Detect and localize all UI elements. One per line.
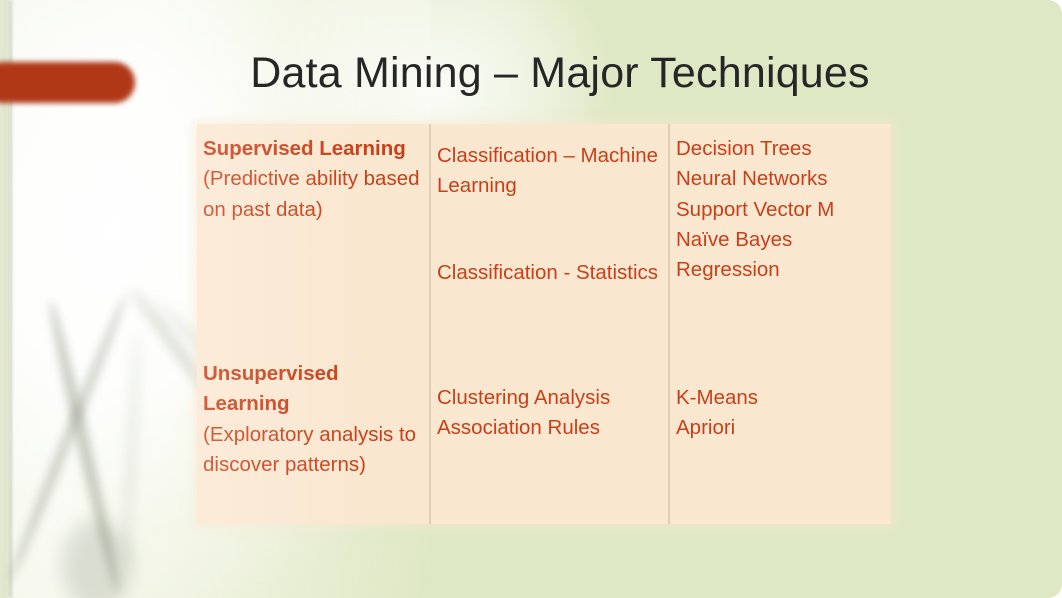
category-detail-unsupervised: (Exploratory analysis to discover patter… [203, 422, 417, 476]
table-cell-tasks-supervised: Classification – Machine Learning Classi… [431, 124, 670, 349]
table-cell-category-unsupervised: Unsupervised Learning (Exploratory analy… [197, 349, 431, 524]
method-label: Apriori [676, 416, 736, 440]
page-title: Data Mining – Major Techniques [250, 49, 870, 97]
method-label: Decision Trees [676, 137, 812, 160]
table-cell-category-supervised: Supervised Learning (Predictive ability … [197, 124, 431, 349]
method-label: Neural Networks [676, 167, 828, 191]
category-label-unsupervised: Unsupervised Learning [203, 362, 339, 416]
method-label: Regression [676, 258, 780, 282]
method-label: Naïve Bayes [676, 227, 793, 251]
category-label-supervised: Supervised Learning [203, 137, 406, 160]
method-label: Support Vector M [676, 197, 835, 221]
decorative-accent-bar [0, 62, 135, 103]
task-label: Classification – Machine Learning [437, 144, 659, 198]
method-label: K-Means [676, 386, 759, 409]
techniques-table: Supervised Learning (Predictive ability … [197, 124, 891, 524]
table-cell-methods-unsupervised: K-Means Apriori [670, 349, 891, 524]
table-cell-methods-supervised: Decision Trees Neural Networks Support V… [670, 124, 891, 349]
task-label: Association Rules [437, 416, 600, 440]
table-cell-tasks-unsupervised: Clustering Analysis Association Rules [431, 349, 670, 524]
task-label: Classification - Statistics [437, 260, 659, 284]
slide-canvas: Data Mining – Major Techniques Supervise… [0, 0, 1062, 598]
category-detail-supervised: (Predictive ability based on past data) [203, 167, 420, 221]
task-label: Clustering Analysis [437, 386, 611, 409]
